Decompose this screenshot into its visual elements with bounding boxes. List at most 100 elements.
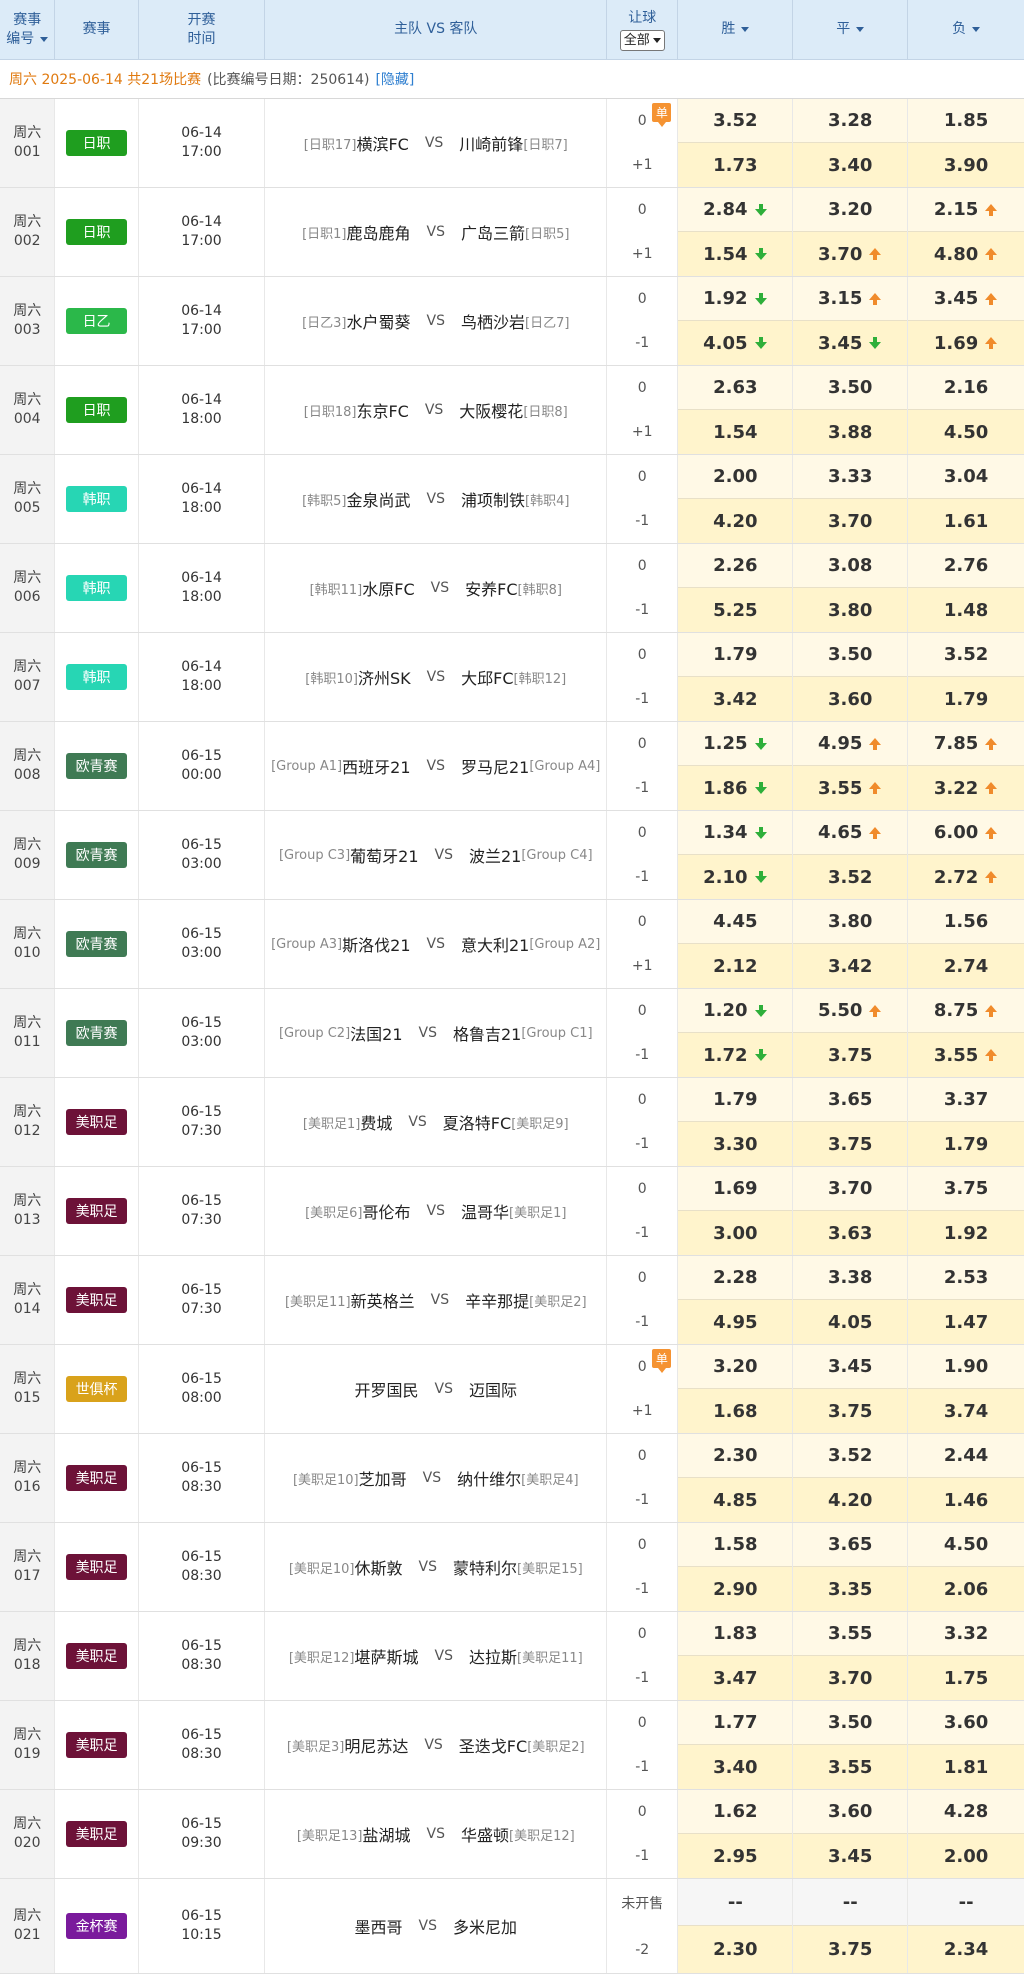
home-team[interactable]: 斯洛伐21: [342, 932, 410, 956]
away-team[interactable]: 广岛三箭: [461, 220, 525, 244]
odds-win[interactable]: 3.00: [678, 1211, 793, 1255]
odds-win[interactable]: 1.77: [678, 1701, 793, 1745]
chevron-down-icon[interactable]: [40, 36, 49, 42]
home-team[interactable]: 明尼苏达: [344, 1733, 408, 1757]
odds-lose[interactable]: 4.28: [908, 1790, 1024, 1834]
away-team[interactable]: 格鲁吉21: [453, 1021, 521, 1045]
league-badge[interactable]: 韩职: [66, 664, 128, 690]
odds-draw[interactable]: 4.20: [793, 1478, 908, 1522]
home-team[interactable]: 休斯敦: [355, 1555, 403, 1579]
league-badge[interactable]: 美职足: [66, 1643, 128, 1669]
odds-lose[interactable]: 1.75: [908, 1656, 1024, 1700]
league-badge[interactable]: 美职足: [66, 1554, 128, 1580]
odds-lose[interactable]: 2.72: [908, 855, 1024, 899]
odds-draw[interactable]: 3.65: [793, 1523, 908, 1567]
odds-lose[interactable]: 4.80: [908, 232, 1024, 276]
odds-draw[interactable]: 3.88: [793, 410, 908, 454]
odds-draw[interactable]: 3.70: [793, 499, 908, 543]
odds-win[interactable]: 4.85: [678, 1478, 793, 1522]
away-team[interactable]: 大阪樱花: [459, 398, 523, 422]
odds-lose[interactable]: 2.06: [908, 1567, 1024, 1611]
home-team[interactable]: 济州SK: [358, 665, 411, 689]
odds-lose[interactable]: 4.50: [908, 410, 1024, 454]
hide-link[interactable]: [隐藏]: [375, 69, 414, 89]
away-team[interactable]: 罗马尼21: [461, 754, 529, 778]
odds-win[interactable]: 5.25: [678, 588, 793, 632]
home-team[interactable]: 金泉尚武: [347, 487, 411, 511]
home-team[interactable]: 水户蜀葵: [347, 309, 411, 333]
odds-win[interactable]: 4.20: [678, 499, 793, 543]
odds-draw[interactable]: 3.45: [793, 1345, 908, 1389]
odds-lose[interactable]: 2.16: [908, 366, 1024, 410]
odds-lose[interactable]: 1.48: [908, 588, 1024, 632]
odds-win[interactable]: 1.62: [678, 1790, 793, 1834]
odds-draw[interactable]: 5.50: [793, 989, 908, 1033]
away-team[interactable]: 鸟栖沙岩: [461, 309, 525, 333]
away-team[interactable]: 达拉斯: [469, 1644, 517, 1668]
league-badge[interactable]: 韩职: [66, 486, 128, 512]
odds-lose[interactable]: 2.34: [908, 1926, 1024, 1973]
odds-lose[interactable]: 1.79: [908, 677, 1024, 721]
odds-draw[interactable]: 3.55: [793, 1612, 908, 1656]
odds-lose[interactable]: 1.46: [908, 1478, 1024, 1522]
odds-win[interactable]: 2.28: [678, 1256, 793, 1300]
odds-draw[interactable]: 3.80: [793, 900, 908, 944]
odds-lose[interactable]: 4.50: [908, 1523, 1024, 1567]
odds-lose[interactable]: 2.74: [908, 944, 1024, 988]
home-team[interactable]: 东京FC: [356, 398, 408, 422]
odds-lose[interactable]: 3.55: [908, 1033, 1024, 1077]
odds-lose[interactable]: 6.00: [908, 811, 1024, 855]
odds-win[interactable]: 2.12: [678, 944, 793, 988]
home-team[interactable]: 盐湖城: [363, 1822, 411, 1846]
odds-lose[interactable]: 3.75: [908, 1167, 1024, 1211]
away-team[interactable]: 蒙特利尔: [453, 1555, 517, 1579]
odds-win[interactable]: 1.79: [678, 633, 793, 677]
odds-draw[interactable]: 3.50: [793, 1701, 908, 1745]
odds-lose[interactable]: 7.85: [908, 722, 1024, 766]
odds-win[interactable]: 3.47: [678, 1656, 793, 1700]
odds-draw[interactable]: 3.70: [793, 1167, 908, 1211]
odds-lose[interactable]: 2.15: [908, 188, 1024, 232]
away-team[interactable]: 多米尼加: [453, 1914, 517, 1938]
home-team[interactable]: 开罗国民: [355, 1377, 419, 1401]
handicap-filter-select[interactable]: 全部: [619, 29, 665, 51]
odds-win[interactable]: 1.83: [678, 1612, 793, 1656]
odds-lose[interactable]: 3.32: [908, 1612, 1024, 1656]
away-team[interactable]: 大邱FC: [461, 665, 513, 689]
away-team[interactable]: 意大利21: [461, 932, 529, 956]
odds-win[interactable]: 1.54: [678, 410, 793, 454]
league-badge[interactable]: 美职足: [66, 1198, 128, 1224]
home-team[interactable]: 葡萄牙21: [350, 843, 418, 867]
odds-lose[interactable]: 1.81: [908, 1745, 1024, 1789]
away-team[interactable]: 浦项制铁: [461, 487, 525, 511]
league-badge[interactable]: 欧青赛: [66, 753, 128, 779]
odds-lose[interactable]: 2.76: [908, 544, 1024, 588]
odds-draw[interactable]: 3.75: [793, 1122, 908, 1166]
odds-draw[interactable]: 3.60: [793, 1790, 908, 1834]
odds-draw[interactable]: 3.80: [793, 588, 908, 632]
odds-win[interactable]: 2.00: [678, 455, 793, 499]
odds-draw[interactable]: 4.65: [793, 811, 908, 855]
odds-lose[interactable]: 3.45: [908, 277, 1024, 321]
odds-lose[interactable]: 1.92: [908, 1211, 1024, 1255]
odds-win[interactable]: 1.72: [678, 1033, 793, 1077]
odds-draw[interactable]: 3.08: [793, 544, 908, 588]
odds-draw[interactable]: 3.55: [793, 1745, 908, 1789]
odds-lose[interactable]: 3.37: [908, 1078, 1024, 1122]
league-badge[interactable]: 美职足: [66, 1109, 128, 1135]
odds-lose[interactable]: 1.56: [908, 900, 1024, 944]
odds-win[interactable]: 2.63: [678, 366, 793, 410]
odds-lose[interactable]: 1.69: [908, 321, 1024, 365]
away-team[interactable]: 波兰21: [469, 843, 521, 867]
home-team[interactable]: 新英格兰: [351, 1288, 415, 1312]
league-badge[interactable]: 美职足: [66, 1732, 128, 1758]
home-team[interactable]: 墨西哥: [355, 1914, 403, 1938]
odds-draw[interactable]: 3.35: [793, 1567, 908, 1611]
odds-win[interactable]: 1.68: [678, 1389, 793, 1433]
away-team[interactable]: 华盛顿: [461, 1822, 509, 1846]
odds-lose[interactable]: 8.75: [908, 989, 1024, 1033]
odds-draw[interactable]: 3.33: [793, 455, 908, 499]
sort-lose-button[interactable]: 负: [908, 0, 1024, 59]
odds-lose[interactable]: 3.90: [908, 143, 1024, 187]
odds-lose[interactable]: 1.79: [908, 1122, 1024, 1166]
